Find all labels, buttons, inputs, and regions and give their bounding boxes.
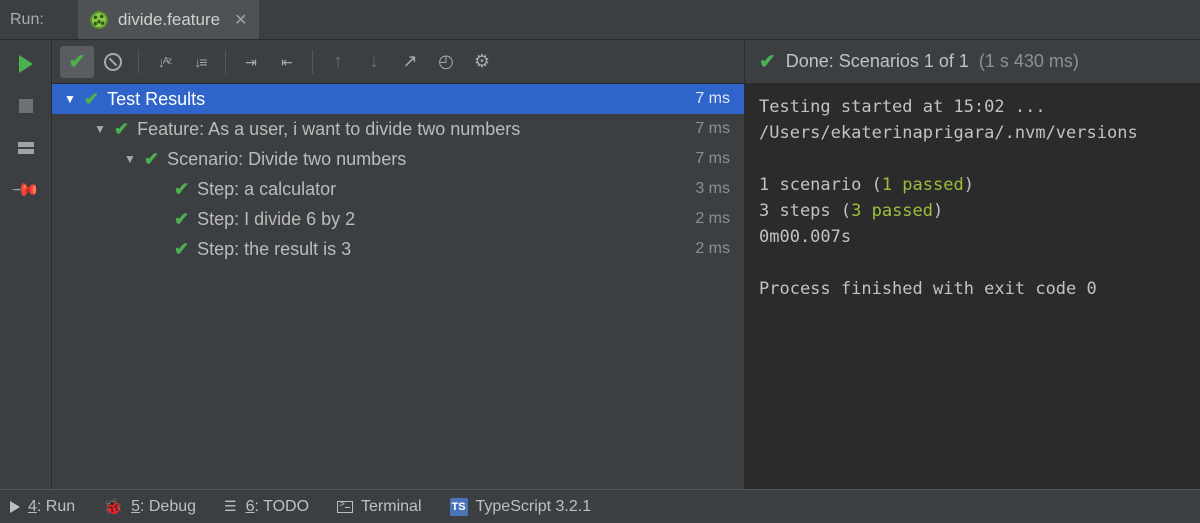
- tree-label: Step: a calculator: [197, 179, 695, 200]
- sort-alphabetically-button[interactable]: ↓ᴬᶻ: [147, 46, 181, 78]
- chevron-down-icon[interactable]: ▼: [124, 152, 138, 166]
- typescript-widget[interactable]: TS TypeScript 3.2.1: [450, 498, 592, 516]
- console-line: 1 scenario (: [759, 175, 882, 195]
- console-line: /Users/ekaterinaprigara/.nvm/versions: [759, 123, 1138, 143]
- previous-failed-button[interactable]: ↑: [321, 46, 355, 78]
- tree-row-test-results[interactable]: ▼ ✔ Test Results 7 ms: [52, 84, 744, 114]
- run-config-tab[interactable]: divide.feature ✕: [78, 0, 259, 39]
- tree-row-scenario[interactable]: ▼ ✔ Scenario: Divide two numbers 7 ms: [52, 144, 744, 174]
- check-icon: ✔: [114, 119, 129, 140]
- check-icon: ✔: [174, 209, 189, 230]
- layout-button[interactable]: [16, 138, 36, 158]
- chevron-down-icon[interactable]: ▼: [94, 122, 108, 136]
- check-icon: ✔: [174, 239, 189, 260]
- tree-row-step[interactable]: ✔ Step: a calculator 3 ms: [52, 174, 744, 204]
- run-tool-window-header: Run: divide.feature ✕: [0, 0, 1200, 40]
- close-icon[interactable]: ✕: [234, 10, 247, 30]
- separator: [225, 50, 226, 74]
- tool-window-debug[interactable]: 🐞 5: Debug: [103, 497, 196, 517]
- tree-time: 7 ms: [695, 150, 730, 168]
- test-toolbar: ✔ ↓ᴬᶻ ↓≡ ⇥ ⇤ ↑ ↓ ↗ ◴ ⚙: [52, 40, 744, 84]
- console-pass: 1 passed: [882, 175, 964, 195]
- pin-icon[interactable]: 📌: [11, 176, 39, 204]
- tab-title: divide.feature: [118, 10, 220, 30]
- tree-label: Step: I divide 6 by 2: [197, 209, 695, 230]
- next-failed-button[interactable]: ↓: [357, 46, 391, 78]
- console-line: Testing started at 15:02 ...: [759, 97, 1046, 117]
- collapse-all-button[interactable]: ⇤: [270, 46, 304, 78]
- console-text: ): [964, 175, 974, 195]
- sort-by-duration-button[interactable]: ↓≡: [183, 46, 217, 78]
- run-label: Run:: [0, 11, 78, 29]
- list-icon: ☰: [224, 498, 238, 515]
- tree-row-step[interactable]: ✔ Step: I divide 6 by 2 2 ms: [52, 204, 744, 234]
- ide-status-bar: 4: Run 🐞 5: Debug ☰ 6: TODO Terminal TS …: [0, 489, 1200, 523]
- console-line: Process finished with exit code 0: [759, 279, 1097, 299]
- separator: [138, 50, 139, 74]
- expand-all-button[interactable]: ⇥: [234, 46, 268, 78]
- tree-label: Step: the result is 3: [197, 239, 695, 260]
- separator: [312, 50, 313, 74]
- bug-icon: 🐞: [103, 497, 123, 517]
- console-output[interactable]: Testing started at 15:02 ... /Users/ekat…: [745, 84, 1200, 489]
- tool-window-run[interactable]: 4: Run: [10, 498, 75, 516]
- console-line: 0m00.007s: [759, 227, 851, 247]
- tree-label: Feature: As a user, i want to divide two…: [137, 119, 695, 140]
- check-icon: ✔: [174, 179, 189, 200]
- cucumber-icon: [90, 11, 108, 29]
- history-button[interactable]: ◴: [429, 46, 463, 78]
- tree-label: Test Results: [107, 89, 695, 110]
- test-tree[interactable]: ▼ ✔ Test Results 7 ms ▼ ✔ Feature: As a …: [52, 84, 744, 489]
- typescript-icon: TS: [450, 498, 468, 516]
- tool-window-terminal[interactable]: Terminal: [337, 498, 421, 516]
- tree-label: Scenario: Divide two numbers: [167, 149, 695, 170]
- status-timing: (1 s 430 ms): [979, 51, 1079, 72]
- check-icon: ✔: [144, 149, 159, 170]
- tree-time: 3 ms: [695, 180, 730, 198]
- export-results-button[interactable]: ↗: [393, 46, 427, 78]
- console-text: ): [933, 201, 943, 221]
- show-passed-button[interactable]: ✔: [60, 46, 94, 78]
- tree-time: 7 ms: [695, 120, 730, 138]
- run-gutter: 📌: [0, 40, 52, 489]
- status-text: Done: Scenarios 1 of 1: [786, 51, 969, 72]
- settings-button[interactable]: ⚙: [465, 46, 499, 78]
- tree-time: 2 ms: [695, 240, 730, 258]
- console-line: 3 steps (: [759, 201, 851, 221]
- check-icon: ✔: [759, 49, 776, 74]
- show-ignored-button[interactable]: [96, 46, 130, 78]
- stop-button[interactable]: [16, 96, 36, 116]
- tree-row-feature[interactable]: ▼ ✔ Feature: As a user, i want to divide…: [52, 114, 744, 144]
- console-pass: 3 passed: [851, 201, 933, 221]
- test-status-bar: ✔ Done: Scenarios 1 of 1 (1 s 430 ms): [745, 40, 1200, 84]
- tree-row-step[interactable]: ✔ Step: the result is 3 2 ms: [52, 234, 744, 264]
- rerun-button[interactable]: [16, 54, 36, 74]
- tool-window-todo[interactable]: ☰ 6: TODO: [224, 498, 309, 516]
- terminal-icon: [337, 501, 353, 513]
- tree-time: 7 ms: [695, 90, 730, 108]
- play-icon: [10, 501, 20, 513]
- check-icon: ✔: [84, 89, 99, 110]
- chevron-down-icon[interactable]: ▼: [64, 92, 78, 106]
- tree-time: 2 ms: [695, 210, 730, 228]
